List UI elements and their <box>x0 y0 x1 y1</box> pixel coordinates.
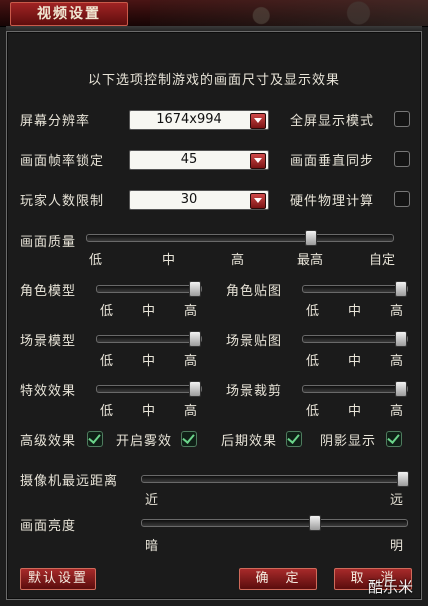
advanced-effects-checkbox[interactable] <box>87 431 103 447</box>
quality-slider[interactable] <box>86 230 394 246</box>
players-label: 玩家人数限制 <box>20 194 105 209</box>
camera-distance-label: 摄像机最远距离 <box>20 474 119 489</box>
effects-quality-tick-high: 高 <box>184 404 198 419</box>
brightness-max: 明 <box>390 539 404 554</box>
scene-texture-thumb[interactable] <box>394 331 407 347</box>
watermark: 酷乐米 <box>368 578 414 596</box>
scene-texture-tick-low: 低 <box>306 354 320 369</box>
character-model-tick-high: 高 <box>184 304 198 319</box>
camera-distance-min: 近 <box>145 493 159 508</box>
scene-culling-thumb[interactable] <box>394 381 407 397</box>
brightness-label: 画面亮度 <box>20 519 77 534</box>
players-dropdown[interactable]: 30 <box>129 190 269 210</box>
brightness-thumb[interactable] <box>309 515 322 531</box>
character-texture-tick-high: 高 <box>390 304 404 319</box>
fullscreen-label: 全屏显示模式 <box>290 114 375 129</box>
brightness-min: 暗 <box>145 539 159 554</box>
character-model-thumb[interactable] <box>188 281 201 297</box>
scene-model-slider[interactable] <box>96 331 202 347</box>
scene-culling-label: 场景裁剪 <box>226 384 283 399</box>
fullscreen-checkbox[interactable] <box>394 111 410 127</box>
titlebar-ornament <box>150 0 428 26</box>
character-model-tick-low: 低 <box>100 304 114 319</box>
fog-label: 开启雾效 <box>116 434 173 449</box>
effects-quality-label: 特效效果 <box>20 384 77 399</box>
quality-tick-highest: 最高 <box>297 253 324 268</box>
scene-model-label: 场景模型 <box>20 334 77 349</box>
character-texture-thumb[interactable] <box>394 281 407 297</box>
scene-texture-tick-mid: 中 <box>348 354 362 369</box>
shadows-label: 阴影显示 <box>320 434 377 449</box>
quality-tick-mid: 中 <box>162 253 176 268</box>
resolution-dropdown[interactable]: 1674x994 <box>129 110 269 130</box>
framerate-value: 45 <box>180 152 198 167</box>
scene-model-tick-low: 低 <box>100 354 114 369</box>
scene-culling-slider[interactable] <box>302 381 408 397</box>
scene-model-tick-high: 高 <box>184 354 198 369</box>
resolution-value: 1674x994 <box>156 112 222 127</box>
physics-checkbox[interactable] <box>394 191 410 207</box>
framerate-label: 画面帧率锁定 <box>20 154 105 169</box>
effects-quality-thumb[interactable] <box>188 381 201 397</box>
chevron-down-icon[interactable] <box>250 193 266 209</box>
post-effects-checkbox[interactable] <box>286 431 302 447</box>
scene-culling-tick-low: 低 <box>306 404 320 419</box>
camera-distance-slider[interactable] <box>141 471 409 487</box>
scene-texture-slider[interactable] <box>302 331 408 347</box>
framerate-dropdown[interactable]: 45 <box>129 150 269 170</box>
character-model-tick-mid: 中 <box>142 304 156 319</box>
physics-label: 硬件物理计算 <box>290 194 375 209</box>
window-titlebar: 视频设置 <box>0 0 428 27</box>
character-model-label: 角色模型 <box>20 284 77 299</box>
chevron-down-icon[interactable] <box>250 153 266 169</box>
resolution-label: 屏幕分辨率 <box>20 114 91 129</box>
character-texture-tick-low: 低 <box>306 304 320 319</box>
scene-culling-tick-mid: 中 <box>348 404 362 419</box>
scene-texture-label: 场景贴图 <box>226 334 283 349</box>
effects-quality-slider[interactable] <box>96 381 202 397</box>
advanced-effects-label: 高级效果 <box>20 434 77 449</box>
effects-quality-tick-low: 低 <box>100 404 114 419</box>
brightness-slider[interactable] <box>141 515 408 531</box>
camera-distance-thumb[interactable] <box>396 471 409 487</box>
vsync-label: 画面垂直同步 <box>290 154 375 169</box>
post-effects-label: 后期效果 <box>221 434 278 449</box>
default-settings-button[interactable]: 默认设置 <box>20 568 96 590</box>
character-texture-slider[interactable] <box>302 281 408 297</box>
quality-tick-high: 高 <box>231 253 245 268</box>
ok-button[interactable]: 确 定 <box>239 568 317 590</box>
scene-texture-tick-high: 高 <box>390 354 404 369</box>
quality-tick-custom: 自定 <box>369 253 396 268</box>
panel-description: 以下选项控制游戏的画面尺寸及显示效果 <box>87 73 340 88</box>
vsync-checkbox[interactable] <box>394 151 410 167</box>
players-value: 30 <box>180 192 198 207</box>
scene-model-tick-mid: 中 <box>142 354 156 369</box>
window-title: 视频设置 <box>10 2 128 26</box>
character-texture-label: 角色贴图 <box>226 284 283 299</box>
fog-checkbox[interactable] <box>181 431 197 447</box>
quality-slider-thumb[interactable] <box>305 230 318 246</box>
character-model-slider[interactable] <box>96 281 202 297</box>
scene-model-thumb[interactable] <box>188 331 201 347</box>
effects-quality-tick-mid: 中 <box>142 404 156 419</box>
chevron-down-icon[interactable] <box>250 113 266 129</box>
scene-culling-tick-high: 高 <box>390 404 404 419</box>
shadows-checkbox[interactable] <box>386 431 402 447</box>
character-texture-tick-mid: 中 <box>348 304 362 319</box>
quality-tick-low: 低 <box>89 253 103 268</box>
quality-label: 画面质量 <box>20 235 77 250</box>
camera-distance-max: 远 <box>390 493 404 508</box>
